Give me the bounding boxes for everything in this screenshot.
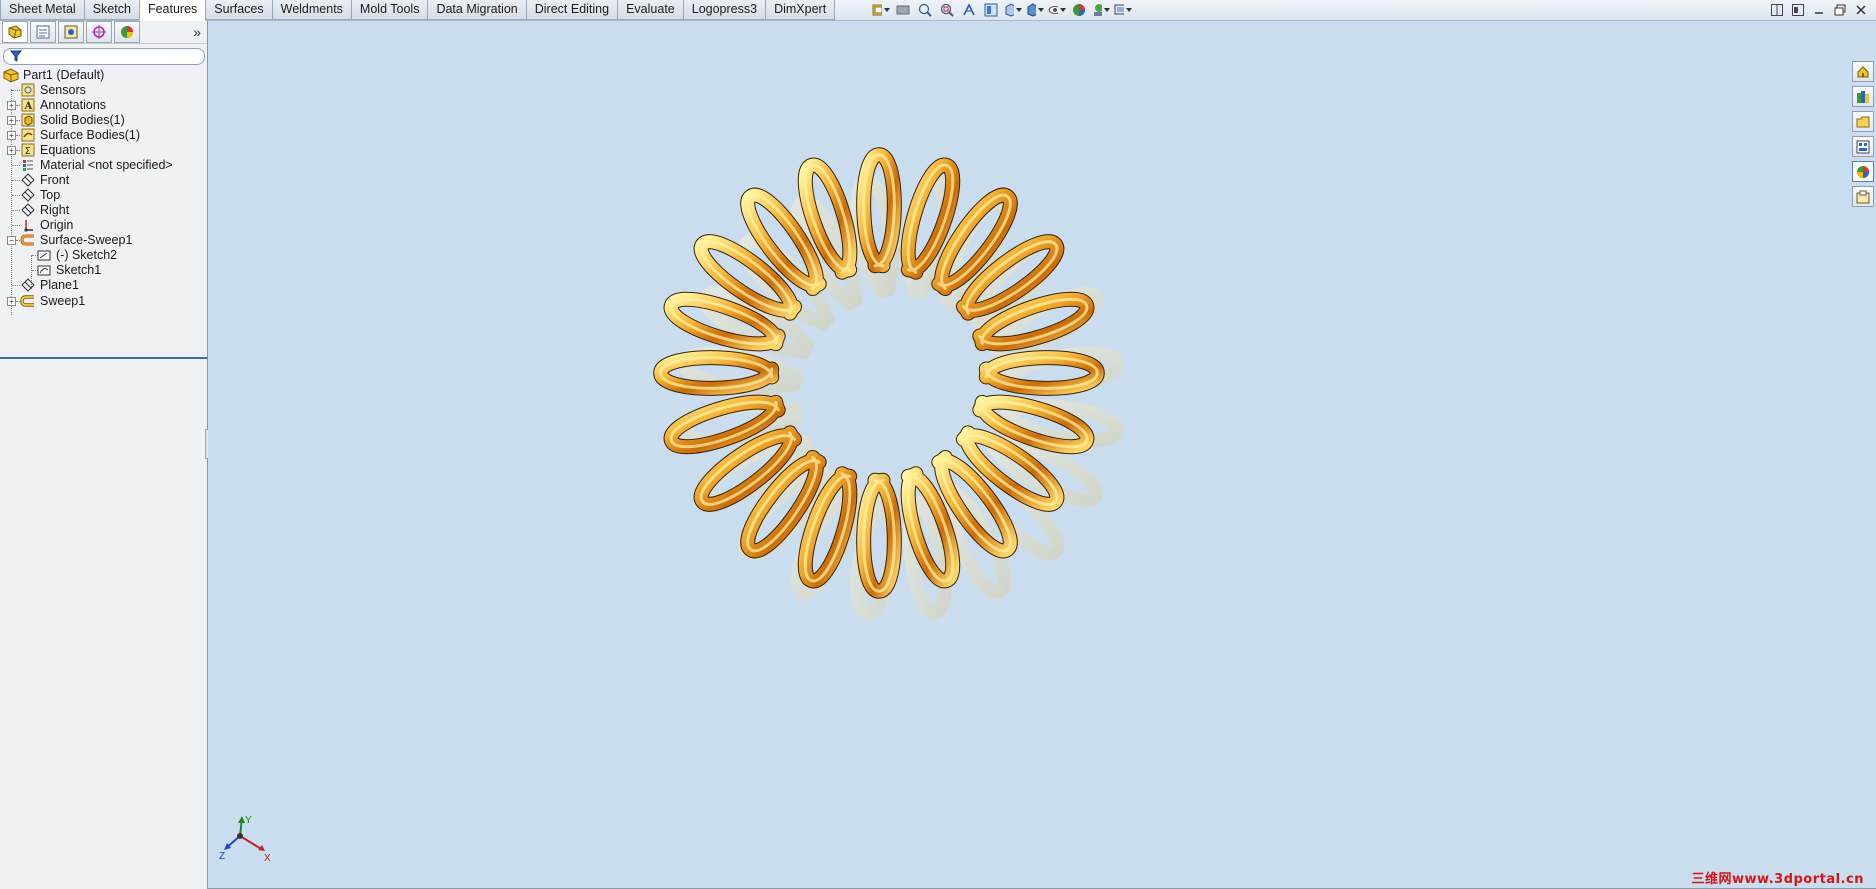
tree-item-top-plane[interactable]: Top (20, 187, 60, 203)
display-manager-tab-icon[interactable] (114, 21, 140, 43)
tile-horizontal-icon[interactable] (1769, 3, 1784, 17)
reference-triad: Y X Z (218, 814, 278, 869)
tab-data-migration[interactable]: Data Migration (427, 0, 527, 20)
view-settings-icon[interactable] (1114, 2, 1132, 18)
restore-icon[interactable] (1832, 3, 1847, 17)
tree-item-sketch2[interactable]: (-) Sketch2 (36, 247, 117, 263)
equations-icon: Σ (20, 142, 36, 158)
material-icon (20, 157, 36, 173)
tab-logopress3[interactable]: Logopress3 (682, 0, 767, 20)
document-window-controls (1769, 3, 1868, 17)
tree-item-surface-sweep1[interactable]: Surface-Sweep1 (20, 232, 132, 248)
triad-y-label: Y (245, 815, 252, 826)
configuration-manager-tab-icon[interactable] (58, 21, 84, 43)
section-view-icon[interactable] (960, 2, 978, 18)
task-pane-tabs (1850, 61, 1876, 207)
svg-text:A: A (24, 101, 33, 112)
graphics-area[interactable]: Y X Z 三维网www.3dportal.cn (208, 21, 1876, 889)
file-explorer-icon[interactable] (1852, 111, 1874, 132)
expand-annotations-toggle[interactable]: + (7, 101, 16, 110)
tab-weldments[interactable]: Weldments (271, 0, 352, 20)
surface-sweep-icon (20, 232, 36, 248)
view-orientation-icon[interactable] (872, 2, 890, 18)
command-manager: Sheet Metal Sketch Features Surfaces Wel… (0, 0, 1876, 21)
tree-item-right-plane[interactable]: Right (20, 202, 69, 218)
expand-surface-bodies-toggle[interactable]: + (7, 131, 16, 140)
custom-properties-icon[interactable] (1852, 186, 1874, 207)
expand-panel-icon[interactable]: » (193, 24, 201, 40)
surface-bodies-icon (20, 127, 36, 143)
view-palette-pane-icon[interactable] (1852, 136, 1874, 157)
tree-item-surface-bodies[interactable]: Surface Bodies(1) (20, 127, 140, 143)
heads-up-view-toolbar (872, 2, 1132, 18)
close-icon[interactable] (1853, 3, 1868, 17)
tree-item-origin[interactable]: Origin (20, 217, 73, 233)
feature-tree: Part1 (Default) Sensors + A Annotations … (0, 67, 207, 359)
zoom-to-area-icon[interactable] (938, 2, 956, 18)
solid-bodies-icon (20, 112, 36, 128)
triad-z-label: Z (219, 851, 225, 862)
property-manager-tab-icon[interactable] (30, 21, 56, 43)
tree-root-label: Part1 (Default) (23, 68, 105, 82)
part-icon (3, 67, 19, 83)
tree-item-plane1[interactable]: Plane1 (20, 277, 79, 293)
display-style-icon[interactable] (1026, 2, 1044, 18)
sketch-icon (36, 262, 52, 278)
view-palette-icon[interactable] (982, 2, 1000, 18)
feature-tree-tab-icon[interactable] (2, 21, 28, 43)
filter-icon (10, 50, 22, 62)
tab-surfaces[interactable]: Surfaces (205, 0, 273, 20)
view-orientation-dropdown-icon[interactable] (1004, 2, 1022, 18)
plane-icon (20, 172, 36, 188)
plane-icon (20, 187, 36, 203)
edit-appearance-icon[interactable] (1070, 2, 1088, 18)
apply-scene-icon[interactable] (1092, 2, 1110, 18)
tree-item-sweep1[interactable]: Sweep1 (20, 293, 85, 309)
tree-item-equations[interactable]: Σ Equations (20, 142, 96, 158)
tree-item-sensors[interactable]: Sensors (20, 82, 86, 98)
previous-view-icon[interactable] (894, 2, 912, 18)
hide-show-items-icon[interactable] (1048, 2, 1066, 18)
tree-item-material[interactable]: Material <not specified> (20, 157, 173, 173)
tree-item-solid-bodies[interactable]: Solid Bodies(1) (20, 112, 125, 128)
zoom-to-fit-icon[interactable] (916, 2, 934, 18)
tree-root-part[interactable]: Part1 (Default) (3, 67, 104, 83)
watermark: 三维网www.3dportal.cn (1691, 872, 1864, 887)
sensor-icon (20, 82, 36, 98)
toroidal-spring-model[interactable] (208, 21, 1876, 889)
appearances-scenes-icon[interactable] (1852, 161, 1874, 182)
solidworks-resources-icon[interactable] (1852, 61, 1874, 82)
sketch-icon (36, 247, 52, 263)
expand-sweep1-toggle[interactable]: + (7, 297, 16, 306)
command-manager-tabs: Sheet Metal Sketch Features Surfaces Wel… (0, 0, 836, 21)
feature-manager-panel: » Part1 (Default) Sensors + A Annotation… (0, 21, 213, 889)
plane-icon (20, 202, 36, 218)
tab-dimxpert[interactable]: DimXpert (765, 0, 836, 20)
annotations-icon: A (20, 97, 36, 113)
expand-equations-toggle[interactable]: + (7, 146, 16, 155)
collapse-surface-sweep-toggle[interactable]: − (7, 236, 16, 245)
minimize-icon[interactable] (1811, 3, 1826, 17)
tab-evaluate[interactable]: Evaluate (617, 0, 684, 20)
feature-tree-filter-input[interactable] (3, 48, 205, 65)
tab-mold-tools[interactable]: Mold Tools (350, 0, 429, 20)
design-library-icon[interactable] (1852, 86, 1874, 107)
tree-item-sketch1[interactable]: Sketch1 (36, 262, 101, 278)
tree-item-annotations[interactable]: A Annotations (20, 97, 106, 113)
tab-sheet-metal[interactable]: Sheet Metal (0, 0, 85, 20)
origin-icon (20, 217, 36, 233)
plane-icon (20, 277, 36, 293)
tree-item-front-plane[interactable]: Front (20, 172, 69, 188)
svg-text:Σ: Σ (25, 146, 31, 157)
expand-solid-bodies-toggle[interactable]: + (7, 116, 16, 125)
tab-direct-editing[interactable]: Direct Editing (525, 0, 619, 20)
tab-features[interactable]: Features (138, 0, 207, 21)
tile-vertical-icon[interactable] (1790, 3, 1805, 17)
triad-x-label: X (264, 853, 271, 864)
tab-sketch[interactable]: Sketch (83, 0, 140, 20)
sweep-icon (20, 293, 36, 309)
feature-manager-tabs: » (0, 21, 207, 44)
dimxpert-manager-tab-icon[interactable] (86, 21, 112, 43)
